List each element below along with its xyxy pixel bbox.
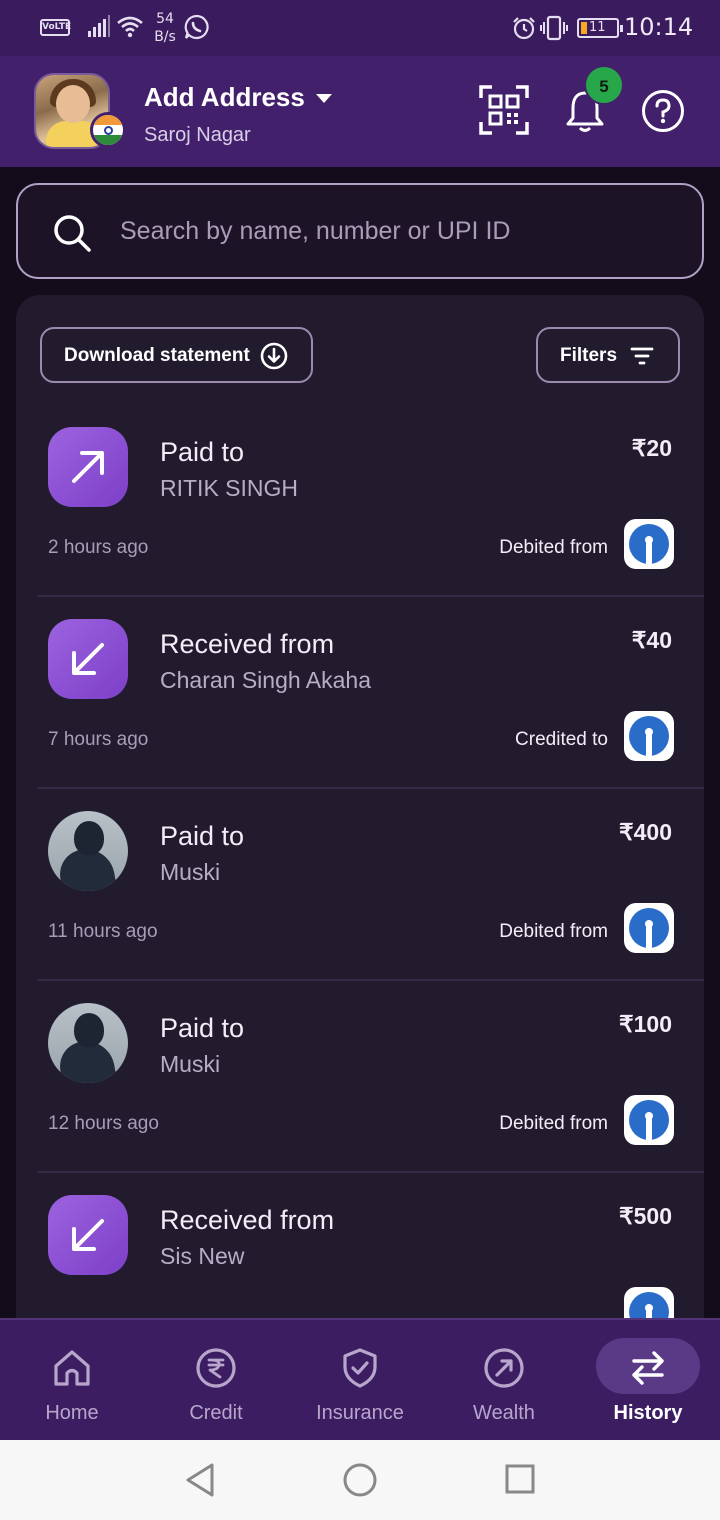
- swap-icon: [632, 1351, 664, 1385]
- nav-history[interactable]: History: [576, 1320, 720, 1442]
- transaction-type: Received from: [160, 629, 335, 659]
- transaction-amount: ₹20: [631, 435, 672, 461]
- app-header: Add Address Saroj Nagar 5: [0, 56, 720, 167]
- transaction-row[interactable]: Received from Charan Singh Akaha ₹40 7 h…: [38, 597, 704, 789]
- history-card: Download statement Filters Paid to RITIK…: [16, 295, 704, 1335]
- filters-label: Filters: [560, 345, 618, 366]
- wealth-icon: [484, 1348, 524, 1388]
- transaction-time: 11 hours ago: [48, 921, 158, 942]
- search-icon: [54, 215, 91, 252]
- transaction-type: Received from: [160, 1205, 335, 1235]
- transaction-account-label: Debited from: [499, 921, 608, 942]
- bank-logo-icon: [624, 1095, 674, 1145]
- home-circle-icon[interactable]: [343, 1463, 377, 1497]
- nav-wealth[interactable]: Wealth: [432, 1320, 576, 1442]
- transaction-row[interactable]: Received from Sis New ₹500: [38, 1173, 704, 1335]
- bottom-nav: Home Credit Insurance Wealth History: [0, 1318, 720, 1440]
- shield-check-icon: [343, 1348, 377, 1388]
- transaction-avatar: [48, 427, 128, 507]
- network-speed: 54 B/s: [154, 11, 176, 45]
- india-flag-icon: [90, 112, 126, 148]
- arrow-down-left-icon: [72, 643, 104, 675]
- alarm-icon: [513, 17, 535, 40]
- recents-icon[interactable]: [505, 1464, 535, 1494]
- qr-scan-icon[interactable]: [478, 84, 530, 136]
- download-statement-button[interactable]: Download statement: [40, 327, 313, 383]
- arrow-up-right-icon: [72, 451, 104, 483]
- search-input[interactable]: [120, 211, 680, 251]
- contact-photo: [48, 811, 128, 891]
- transaction-amount: ₹100: [618, 1011, 672, 1037]
- transaction-time: 2 hours ago: [48, 537, 149, 558]
- signal-icon: [88, 15, 110, 37]
- status-time: 10:14: [624, 13, 694, 41]
- transaction-time: 12 hours ago: [48, 1113, 159, 1134]
- bank-logo-icon: [624, 711, 674, 761]
- transaction-type: Paid to: [160, 1013, 245, 1043]
- status-bar: VoLTE 54 B/s 11 10:14: [0, 0, 720, 56]
- download-icon: [260, 342, 288, 370]
- arrow-down-left-icon: [72, 1219, 104, 1251]
- transaction-party: Sis New: [160, 1243, 245, 1269]
- transaction-party: RITIK SINGH: [160, 475, 299, 501]
- transaction-amount: ₹40: [631, 627, 672, 653]
- rupee-icon: [196, 1348, 236, 1388]
- download-statement-label: Download statement: [64, 345, 250, 366]
- chevron-down-icon[interactable]: [316, 94, 332, 103]
- transaction-row[interactable]: Paid to RITIK SINGH ₹20 2 hours ago Debi…: [38, 405, 704, 597]
- whatsapp-icon: [184, 14, 209, 40]
- nav-home-label: Home: [45, 1402, 99, 1424]
- home-icon: [54, 1350, 90, 1386]
- nav-wealth-label: Wealth: [473, 1402, 535, 1424]
- filters-button[interactable]: Filters: [536, 327, 680, 383]
- address-subtitle[interactable]: Saroj Nagar: [144, 124, 251, 147]
- transaction-amount: ₹500: [618, 1203, 672, 1229]
- nav-insurance[interactable]: Insurance: [288, 1320, 432, 1442]
- nav-history-label: History: [613, 1402, 683, 1424]
- notification-badge: 5: [584, 65, 624, 105]
- transaction-row[interactable]: Paid to Muski ₹400 11 hours ago Debited …: [38, 789, 704, 981]
- bank-logo-icon: [624, 903, 674, 953]
- wifi-icon: [117, 16, 143, 38]
- nav-credit[interactable]: Credit: [144, 1320, 288, 1442]
- filter-icon: [630, 347, 654, 365]
- transaction-party: Muski: [160, 859, 221, 885]
- transaction-party: Muski: [160, 1051, 221, 1077]
- help-icon[interactable]: [641, 89, 685, 133]
- contact-photo: [48, 1003, 128, 1083]
- back-icon[interactable]: [184, 1462, 216, 1498]
- system-nav-bar: [0, 1440, 720, 1520]
- transaction-type: Paid to: [160, 437, 245, 467]
- bank-logo-icon: [624, 519, 674, 569]
- transaction-avatar: [48, 1195, 128, 1275]
- transaction-time: 7 hours ago: [48, 729, 149, 750]
- nav-insurance-label: Insurance: [316, 1402, 404, 1424]
- battery-icon: 11: [577, 18, 623, 38]
- transaction-amount: ₹400: [618, 819, 672, 845]
- vibrate-icon: [540, 15, 568, 41]
- transaction-row[interactable]: Paid to Muski ₹100 12 hours ago Debited …: [38, 981, 704, 1173]
- nav-credit-label: Credit: [189, 1402, 243, 1424]
- transaction-avatar: [48, 619, 128, 699]
- nav-home[interactable]: Home: [0, 1320, 144, 1442]
- transaction-account-label: Credited to: [515, 729, 608, 750]
- transaction-account-label: Debited from: [499, 537, 608, 558]
- volte-icon: VoLTE: [40, 19, 71, 36]
- transaction-type: Paid to: [160, 821, 245, 851]
- transaction-account-label: Debited from: [499, 1113, 608, 1134]
- transaction-party: Charan Singh Akaha: [160, 667, 371, 693]
- search-bar[interactable]: [16, 183, 704, 279]
- address-title[interactable]: Add Address: [144, 82, 305, 113]
